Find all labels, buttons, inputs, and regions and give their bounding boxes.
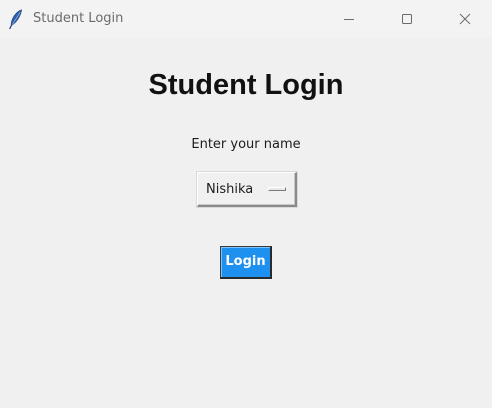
feather-icon bbox=[9, 9, 23, 30]
close-icon bbox=[459, 13, 471, 25]
minimize-button[interactable] bbox=[326, 0, 372, 38]
page-title: Student Login bbox=[148, 69, 344, 101]
login-button[interactable]: Login bbox=[220, 246, 272, 279]
name-option-menu[interactable]: Nishika bbox=[197, 172, 297, 207]
option-menu-indicator-icon bbox=[268, 187, 286, 191]
close-button[interactable] bbox=[442, 0, 488, 38]
name-prompt-label: Enter your name bbox=[191, 137, 301, 152]
maximize-icon bbox=[401, 13, 413, 25]
minimize-icon bbox=[343, 13, 355, 25]
window-title: Student Login bbox=[33, 11, 124, 26]
title-bar[interactable]: Student Login bbox=[0, 0, 492, 38]
selected-name: Nishika bbox=[206, 182, 254, 197]
maximize-button[interactable] bbox=[384, 0, 430, 38]
login-button-label: Login bbox=[225, 254, 266, 269]
app-window: Student Login Student Login Enter your n… bbox=[0, 0, 492, 408]
